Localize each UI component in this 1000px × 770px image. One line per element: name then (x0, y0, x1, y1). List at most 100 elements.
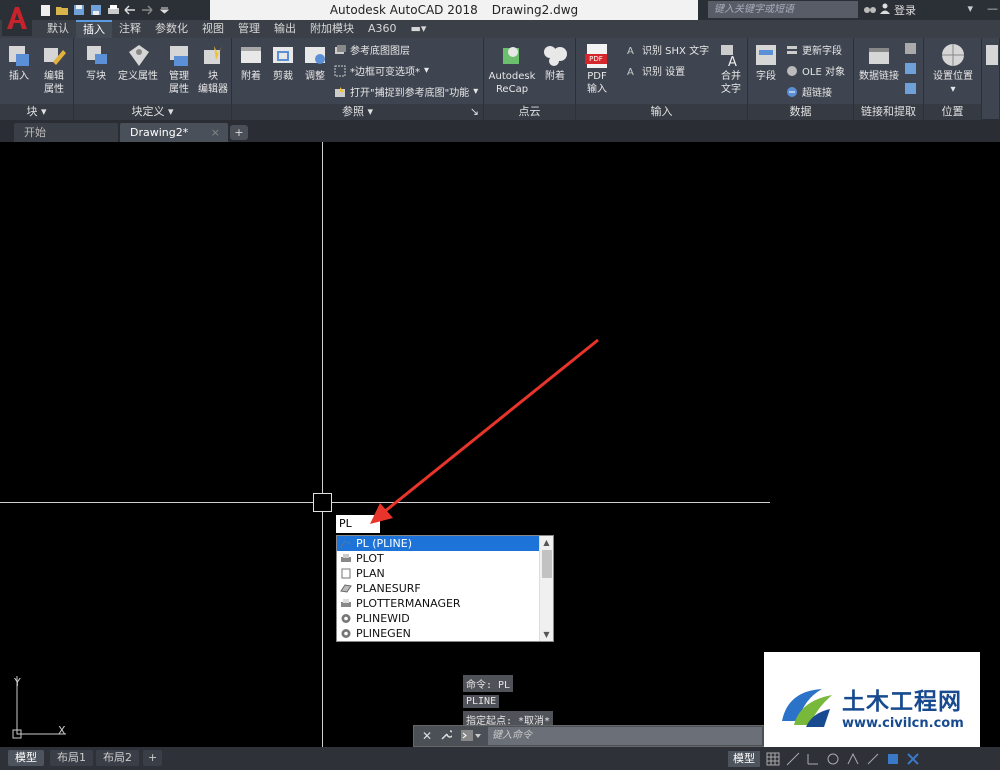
new-file-icon[interactable] (38, 4, 52, 17)
underlay-layers-icon (335, 44, 346, 54)
print-icon[interactable] (106, 4, 120, 17)
layout-tab-1[interactable]: 布局1 (50, 750, 93, 766)
svg-text:A: A (728, 55, 737, 68)
autocad-logo-icon (7, 7, 27, 29)
command-input[interactable]: 键入命令 (488, 727, 762, 745)
open-folder-icon[interactable] (55, 4, 69, 17)
autocomplete-item[interactable]: PLOTTERMANAGER (337, 596, 540, 611)
layout-tab-model[interactable]: 模型 (8, 750, 44, 766)
update-field-button[interactable]: 更新字段 (786, 42, 842, 57)
overflow-icon[interactable] (984, 42, 1000, 68)
scroll-up-icon[interactable]: ▲ (540, 536, 553, 549)
undo-icon[interactable] (123, 4, 137, 17)
tab-3[interactable]: 参数化 (148, 20, 195, 38)
isolate-icon[interactable] (906, 752, 920, 766)
dynamic-input[interactable]: PL (336, 515, 380, 533)
app-menu-logo[interactable] (2, 0, 32, 36)
data-link-button[interactable]: 数据链接 (856, 42, 902, 83)
autocomplete-scrollbar[interactable]: ▲ ▼ (539, 536, 553, 641)
more-tabs-icon[interactable]: ▬▾ (404, 20, 434, 38)
help-search-input[interactable]: 键入关键字或短语 (708, 1, 858, 18)
adjust-button[interactable]: 调整 (300, 42, 330, 83)
tab-drawing2[interactable]: Drawing2* × (120, 123, 228, 142)
tab-8[interactable]: A360 (361, 20, 404, 38)
frame-icon (334, 65, 346, 76)
block-editor-button[interactable]: 块 编辑器 (196, 42, 230, 96)
polar-icon[interactable] (826, 752, 840, 766)
edit-attribute-button[interactable]: 编辑 属性 (38, 42, 70, 96)
autocomplete-item[interactable]: PL (PLINE) (337, 536, 540, 551)
point-cloud-attach-button[interactable]: 附着 (538, 42, 572, 83)
customize-dropdown-icon[interactable] (157, 4, 171, 17)
layout-tab-2[interactable]: 布局2 (96, 750, 139, 766)
tab-1[interactable]: 插入 (76, 20, 112, 38)
tab-4[interactable]: 视图 (195, 20, 231, 38)
panel-label-reference[interactable]: 参照 ▾ ↘ (232, 104, 483, 120)
recognize-shx-button[interactable]: A 识别 SHX 文字 (626, 42, 709, 58)
snap-icon[interactable] (786, 752, 800, 766)
panel-point-cloud: Autodesk ReCap 附着 点云 (484, 38, 576, 120)
set-location-button[interactable]: 设置位置 ▾ (926, 42, 980, 96)
underlay-layers-button[interactable]: 参考底图图层 (334, 42, 410, 57)
autocomplete-item[interactable]: PLOT (337, 551, 540, 566)
drawing-canvas[interactable]: Y X PL PL (PLINE) PLOT PLAN PLANESURF PLOTTE… (0, 142, 1000, 760)
pdf-icon: PDF (584, 42, 610, 68)
close-icon[interactable]: ✕ (422, 729, 432, 743)
tab-2[interactable]: 注释 (112, 20, 148, 38)
dropdown-icon[interactable]: ▾ (967, 2, 973, 15)
autocomplete-list[interactable]: PL (PLINE) PLOT PLAN PLANESURF PLOTTERMANAGE… (336, 535, 554, 642)
autocomplete-item[interactable]: PLINEWID (337, 611, 540, 626)
save-as-icon[interactable] (89, 4, 103, 17)
merge-text-button[interactable]: A 合并 文字 (716, 42, 746, 96)
field-button[interactable]: 字段 (752, 42, 780, 83)
clip-button[interactable]: 剪裁 (268, 42, 298, 83)
frame-variable-dropdown[interactable]: *边框可变选项* ▾ (334, 63, 429, 78)
attach-button[interactable]: 附着 (236, 42, 266, 83)
wrench-icon[interactable] (440, 729, 454, 744)
osnap-icon[interactable] (866, 752, 880, 766)
svg-text:A: A (627, 46, 634, 56)
model-space-toggle[interactable]: 模型 (728, 750, 760, 767)
tab-start[interactable]: 开始 (14, 123, 118, 142)
redo-icon[interactable] (140, 4, 154, 17)
isodraft-icon[interactable] (846, 752, 860, 766)
new-tab-button[interactable]: + (230, 125, 248, 140)
globe-icon (942, 44, 964, 66)
recap-button[interactable]: Autodesk ReCap (488, 42, 536, 96)
pdf-import-button[interactable]: PDF PDF 输入 (580, 42, 614, 96)
recognize-settings-button[interactable]: A 识别 设置 (626, 63, 685, 79)
new-layout-button[interactable]: + (143, 750, 163, 766)
insert-button[interactable]: 插入 (4, 42, 34, 83)
extract-data-icon[interactable] (904, 42, 917, 55)
autocomplete-item[interactable]: PLAN (337, 566, 540, 581)
ortho-icon[interactable] (806, 752, 820, 766)
hyperlink-button[interactable]: 超链接 (786, 84, 832, 99)
panel-label-block-definition[interactable]: 块定义 ▾ (74, 104, 231, 120)
scrollbar-thumb[interactable] (542, 550, 552, 578)
login-button[interactable]: 登录 (864, 2, 916, 18)
manage-attribute-button[interactable]: 管理 属性 (164, 42, 194, 96)
annotation-icon[interactable] (886, 752, 900, 766)
tab-6[interactable]: 输出 (267, 20, 303, 38)
save-icon[interactable] (72, 4, 86, 17)
upload-icon[interactable] (904, 62, 917, 75)
minimize-icon[interactable]: — (987, 2, 998, 15)
binoculars-icon[interactable] (864, 4, 876, 17)
ole-object-button[interactable]: OLE 对象 (786, 63, 845, 78)
tab-0[interactable]: 默认 (40, 20, 76, 38)
tab-5[interactable]: 管理 (231, 20, 267, 38)
snap-to-underlay-button[interactable]: 打开"捕捉到参考底图"功能 ▾ (334, 84, 478, 99)
define-attribute-button[interactable]: 定义属性 (116, 42, 160, 83)
grid-icon[interactable] (766, 752, 780, 766)
close-icon[interactable]: × (211, 123, 220, 142)
clip-icon (273, 47, 293, 63)
autocomplete-item[interactable]: PLANESURF (337, 581, 540, 596)
dialog-launcher-icon[interactable]: ↘ (470, 104, 479, 120)
download-icon[interactable] (904, 82, 917, 95)
command-prompt-icon[interactable] (460, 729, 482, 746)
tab-7[interactable]: 附加模块 (303, 20, 361, 38)
write-block-button[interactable]: 写块 (80, 42, 112, 83)
panel-label-block[interactable]: 块 ▾ (0, 104, 73, 120)
scroll-down-icon[interactable]: ▼ (540, 628, 553, 641)
autocomplete-item[interactable]: PLINEGEN (337, 626, 540, 641)
